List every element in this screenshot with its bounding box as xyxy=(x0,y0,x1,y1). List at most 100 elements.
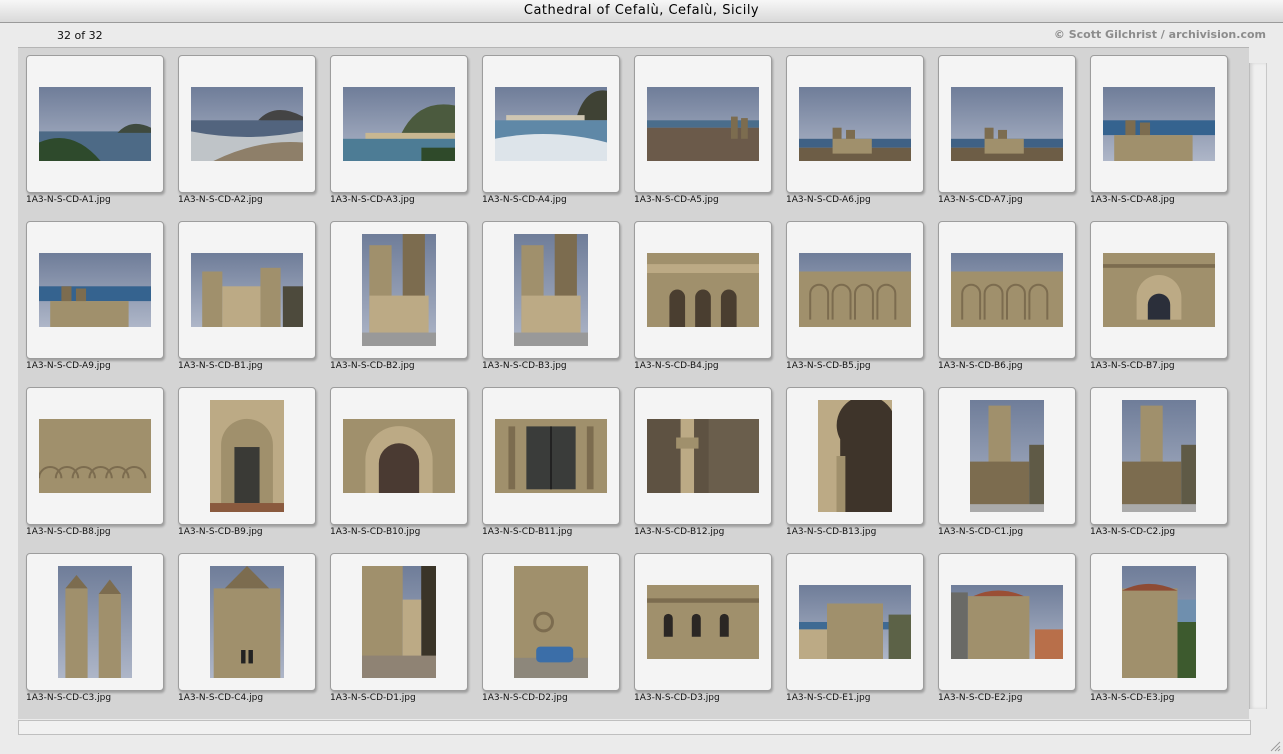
slide-mount[interactable] xyxy=(178,55,316,193)
photo-image[interactable] xyxy=(1103,253,1215,327)
slide-thumbnail[interactable]: 1A3-N-S-CD-D2.jpg xyxy=(482,553,634,713)
slide-mount[interactable] xyxy=(26,55,164,193)
slide-mount[interactable] xyxy=(634,55,772,193)
slide-mount[interactable] xyxy=(634,221,772,359)
slide-mount[interactable] xyxy=(634,553,772,691)
slide-thumbnail[interactable]: 1A3-N-S-CD-B6.jpg xyxy=(938,221,1090,381)
slide-thumbnail[interactable]: 1A3-N-S-CD-B8.jpg xyxy=(26,387,178,547)
slide-thumbnail[interactable]: 1A3-N-S-CD-D1.jpg xyxy=(330,553,482,713)
slide-thumbnail[interactable]: 1A3-N-S-CD-A9.jpg xyxy=(26,221,178,381)
photo-image[interactable] xyxy=(210,566,284,678)
slide-thumbnail[interactable]: 1A3-N-S-CD-B2.jpg xyxy=(330,221,482,381)
photo-image[interactable] xyxy=(1122,400,1196,512)
slide-mount[interactable] xyxy=(26,221,164,359)
slide-mount[interactable] xyxy=(938,221,1076,359)
photo-image[interactable] xyxy=(799,87,911,161)
photo-image[interactable] xyxy=(343,419,455,493)
photo-image[interactable] xyxy=(343,87,455,161)
slide-thumbnail[interactable]: 1A3-N-S-CD-A2.jpg xyxy=(178,55,330,215)
slide-mount[interactable] xyxy=(938,55,1076,193)
slide-mount[interactable] xyxy=(482,221,620,359)
slide-thumbnail[interactable]: 1A3-N-S-CD-B1.jpg xyxy=(178,221,330,381)
slide-mount[interactable] xyxy=(1090,553,1228,691)
slide-mount[interactable] xyxy=(786,221,924,359)
slide-mount[interactable] xyxy=(26,387,164,525)
slide-thumbnail[interactable]: 1A3-N-S-CD-E1.jpg xyxy=(786,553,938,713)
slide-thumbnail[interactable]: 1A3-N-S-CD-A5.jpg xyxy=(634,55,786,215)
photo-image[interactable] xyxy=(647,585,759,659)
slide-mount[interactable] xyxy=(330,55,468,193)
slide-mount[interactable] xyxy=(482,553,620,691)
slide-thumbnail[interactable]: 1A3-N-S-CD-D3.jpg xyxy=(634,553,786,713)
slide-mount[interactable] xyxy=(938,553,1076,691)
slide-thumbnail[interactable]: 1A3-N-S-CD-C4.jpg xyxy=(178,553,330,713)
photo-image[interactable] xyxy=(951,87,1063,161)
slide-thumbnail[interactable]: 1A3-N-S-CD-B5.jpg xyxy=(786,221,938,381)
photo-image[interactable] xyxy=(39,253,151,327)
slide-thumbnail[interactable]: 1A3-N-S-CD-B13.jpg xyxy=(786,387,938,547)
slide-thumbnail[interactable]: 1A3-N-S-CD-A6.jpg xyxy=(786,55,938,215)
photo-image[interactable] xyxy=(1122,566,1196,678)
photo-image[interactable] xyxy=(647,87,759,161)
slide-thumbnail[interactable]: 1A3-N-S-CD-B12.jpg xyxy=(634,387,786,547)
slide-thumbnail[interactable]: 1A3-N-S-CD-B4.jpg xyxy=(634,221,786,381)
slide-mount[interactable] xyxy=(1090,387,1228,525)
photo-image[interactable] xyxy=(362,234,436,346)
slide-thumbnail[interactable]: 1A3-N-S-CD-A7.jpg xyxy=(938,55,1090,215)
slide-mount[interactable] xyxy=(1090,55,1228,193)
slide-mount[interactable] xyxy=(482,55,620,193)
slide-thumbnail[interactable]: 1A3-N-S-CD-C2.jpg xyxy=(1090,387,1242,547)
photo-image[interactable] xyxy=(1103,87,1215,161)
slide-thumbnail[interactable]: 1A3-N-S-CD-B9.jpg xyxy=(178,387,330,547)
slide-mount[interactable] xyxy=(330,221,468,359)
slide-thumbnail[interactable]: 1A3-N-S-CD-C3.jpg xyxy=(26,553,178,713)
photo-image[interactable] xyxy=(39,419,151,493)
photo-image[interactable] xyxy=(818,400,892,512)
slide-thumbnail[interactable]: 1A3-N-S-CD-A1.jpg xyxy=(26,55,178,215)
slide-mount[interactable] xyxy=(330,553,468,691)
resize-grip-icon[interactable] xyxy=(1269,740,1281,752)
photo-image[interactable] xyxy=(210,400,284,512)
slide-mount[interactable] xyxy=(786,553,924,691)
photo-image[interactable] xyxy=(799,253,911,327)
photo-image[interactable] xyxy=(495,419,607,493)
photo-image[interactable] xyxy=(647,253,759,327)
slide-mount[interactable] xyxy=(1090,221,1228,359)
slide-thumbnail[interactable]: 1A3-N-S-CD-E3.jpg xyxy=(1090,553,1242,713)
photo-image[interactable] xyxy=(970,400,1044,512)
photo-image[interactable] xyxy=(647,419,759,493)
slide-thumbnail[interactable]: 1A3-N-S-CD-C1.jpg xyxy=(938,387,1090,547)
slide-thumbnail[interactable]: 1A3-N-S-CD-A4.jpg xyxy=(482,55,634,215)
photo-image[interactable] xyxy=(191,87,303,161)
slide-thumbnail[interactable]: 1A3-N-S-CD-A8.jpg xyxy=(1090,55,1242,215)
photo-image[interactable] xyxy=(39,87,151,161)
photo-image[interactable] xyxy=(495,87,607,161)
photo-image[interactable] xyxy=(191,253,303,327)
slide-mount[interactable] xyxy=(482,387,620,525)
slide-mount[interactable] xyxy=(178,387,316,525)
photo-image[interactable] xyxy=(951,253,1063,327)
slide-filename: 1A3-N-S-CD-A1.jpg xyxy=(26,195,111,205)
slide-mount[interactable] xyxy=(26,553,164,691)
slide-mount[interactable] xyxy=(178,221,316,359)
photo-image[interactable] xyxy=(514,566,588,678)
photo-image[interactable] xyxy=(58,566,132,678)
slide-mount[interactable] xyxy=(178,553,316,691)
slide-thumbnail[interactable]: 1A3-N-S-CD-B11.jpg xyxy=(482,387,634,547)
photo-image[interactable] xyxy=(362,566,436,678)
slide-mount[interactable] xyxy=(938,387,1076,525)
vertical-scrollbar[interactable] xyxy=(1249,63,1267,709)
slide-thumbnail[interactable]: 1A3-N-S-CD-B10.jpg xyxy=(330,387,482,547)
photo-image[interactable] xyxy=(951,585,1063,659)
slide-thumbnail[interactable]: 1A3-N-S-CD-B3.jpg xyxy=(482,221,634,381)
slide-mount[interactable] xyxy=(330,387,468,525)
photo-image[interactable] xyxy=(514,234,588,346)
photo-image[interactable] xyxy=(799,585,911,659)
horizontal-scrollbar[interactable] xyxy=(18,720,1251,735)
slide-thumbnail[interactable]: 1A3-N-S-CD-B7.jpg xyxy=(1090,221,1242,381)
slide-mount[interactable] xyxy=(634,387,772,525)
slide-mount[interactable] xyxy=(786,55,924,193)
slide-mount[interactable] xyxy=(786,387,924,525)
slide-thumbnail[interactable]: 1A3-N-S-CD-E2.jpg xyxy=(938,553,1090,713)
slide-thumbnail[interactable]: 1A3-N-S-CD-A3.jpg xyxy=(330,55,482,215)
